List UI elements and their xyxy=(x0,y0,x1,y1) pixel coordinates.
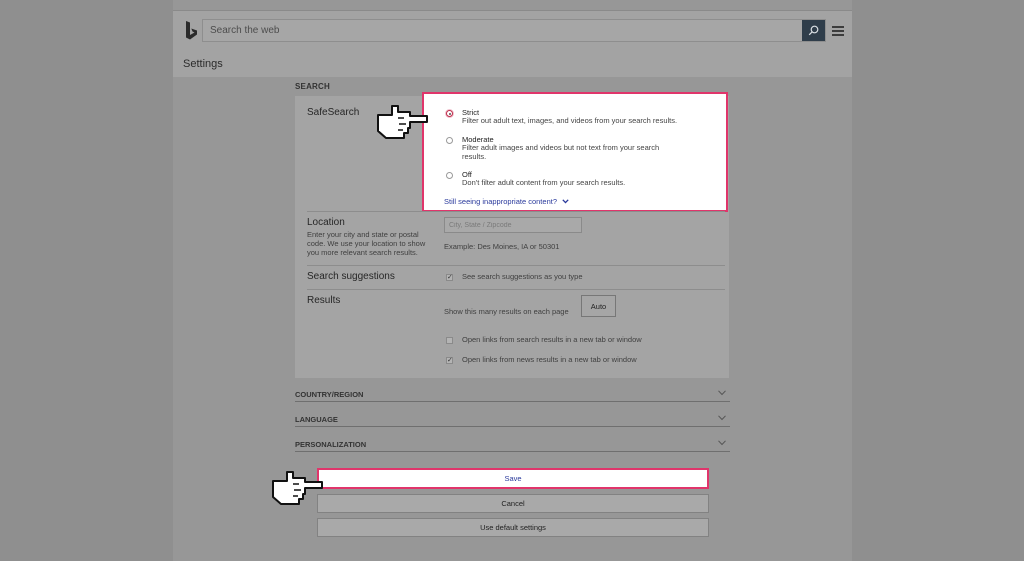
search-button[interactable] xyxy=(802,20,825,41)
search-suggestions-checkbox-label: See search suggestions as you type xyxy=(462,272,583,281)
save-button[interactable]: Save xyxy=(317,468,709,489)
strict-option-desc: Filter out adult text, images, and video… xyxy=(462,116,678,125)
strict-radio[interactable] xyxy=(446,110,453,117)
new-tab-search-checkbox[interactable] xyxy=(446,337,453,344)
chevron-down-icon xyxy=(718,390,726,396)
moderate-radio[interactable] xyxy=(446,137,453,144)
pointing-hand-icon xyxy=(377,105,428,139)
hamburger-menu-icon[interactable] xyxy=(832,26,844,36)
language-accordion[interactable]: LANGUAGE xyxy=(295,411,730,427)
search-suggestions-checkbox[interactable]: ✓ xyxy=(446,274,453,281)
location-example: Example: Des Moines, IA or 50301 xyxy=(444,242,560,251)
accordion-label: PERSONALIZATION xyxy=(295,440,367,449)
new-tab-news-checkbox[interactable]: ✓ xyxy=(446,357,453,364)
personalization-accordion[interactable]: PERSONALIZATION xyxy=(295,436,730,452)
off-radio[interactable] xyxy=(446,172,453,179)
cancel-button[interactable]: Cancel xyxy=(317,494,709,513)
location-help-line2: code. We use your location to show xyxy=(307,239,426,248)
search-bar xyxy=(202,19,826,42)
location-help-line3: you more relevant search results. xyxy=(307,248,418,257)
inappropriate-content-link[interactable]: Still seeing inappropriate content? xyxy=(444,197,569,206)
row-divider xyxy=(307,265,725,266)
bing-logo-icon[interactable] xyxy=(183,20,199,42)
search-section-heading: SEARCH xyxy=(295,82,330,91)
moderate-option-desc-line1: Filter adult images and videos but not t… xyxy=(462,143,660,152)
location-help-line1: Enter your city and state or postal xyxy=(307,230,419,239)
moderate-option-desc-line2: results. xyxy=(462,152,487,161)
results-count-select[interactable]: Auto xyxy=(581,295,616,317)
chevron-down-icon xyxy=(718,440,726,446)
off-option-desc: Don't filter adult content from your sea… xyxy=(462,178,626,187)
inappropriate-content-link-label: Still seeing inappropriate content? xyxy=(444,197,557,206)
pointing-hand-icon xyxy=(272,471,323,505)
search-suggestions-label: Search suggestions xyxy=(307,271,395,282)
location-input[interactable] xyxy=(444,217,582,233)
safesearch-label: SafeSearch xyxy=(307,107,360,118)
row-divider xyxy=(307,289,725,290)
accordion-label: LANGUAGE xyxy=(295,415,338,424)
location-label: Location xyxy=(307,217,345,228)
chevron-down-icon xyxy=(562,199,569,204)
results-count-label: Show this many results on each page xyxy=(444,307,569,316)
use-default-settings-button[interactable]: Use default settings xyxy=(317,518,709,537)
accordion-label: COUNTRY/REGION xyxy=(295,390,364,399)
results-label: Results xyxy=(307,295,341,306)
new-tab-news-label: Open links from news results in a new ta… xyxy=(462,355,637,364)
page-title: Settings xyxy=(183,58,223,70)
row-divider xyxy=(307,211,725,212)
search-input[interactable] xyxy=(203,20,803,41)
new-tab-search-label: Open links from search results in a new … xyxy=(462,335,642,344)
country-region-accordion[interactable]: COUNTRY/REGION xyxy=(295,386,730,402)
magnifier-icon xyxy=(808,25,819,36)
chevron-down-icon xyxy=(718,415,726,421)
